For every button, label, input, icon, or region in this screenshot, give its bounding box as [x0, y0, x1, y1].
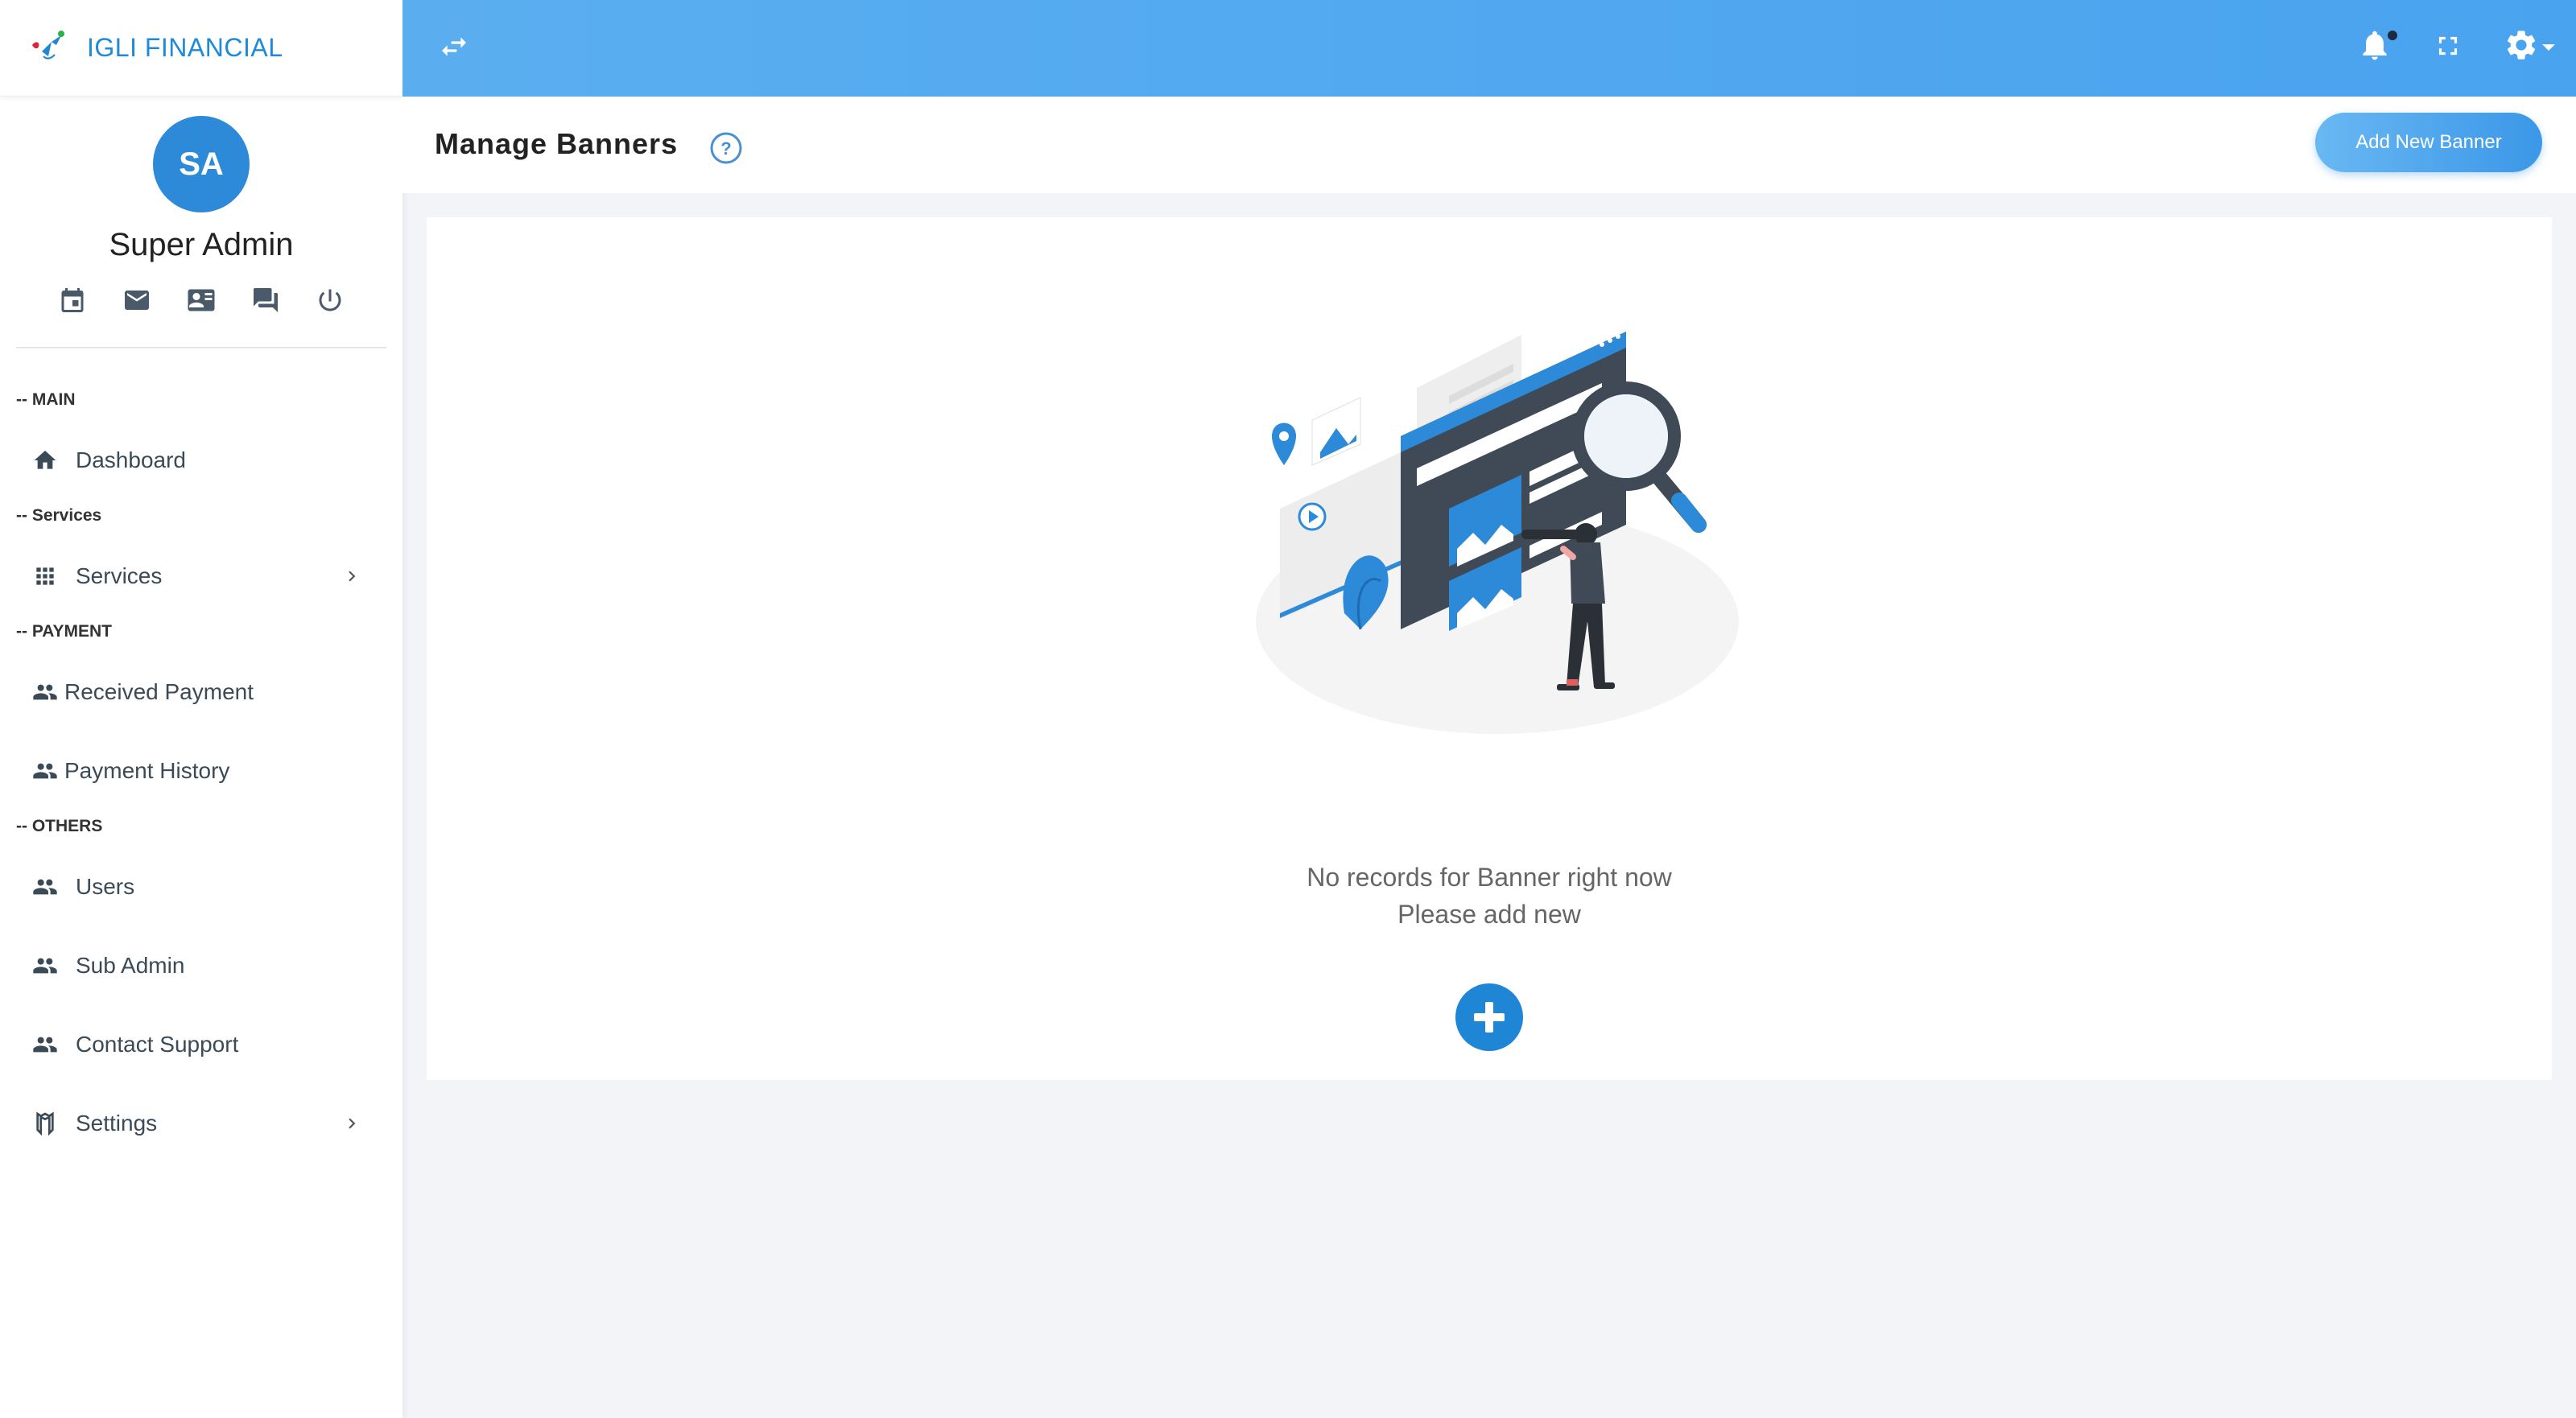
topbar	[402, 0, 2576, 97]
brand-name: IGLI FINANCIAL	[87, 33, 283, 62]
sidebar-item-services[interactable]: Services	[0, 537, 402, 616]
page-header: Manage Banners ? Add New Banner	[402, 97, 2576, 193]
svg-text:?: ?	[720, 138, 731, 159]
people-icon	[33, 958, 57, 974]
section-label-payment: -- PAYMENT	[16, 622, 113, 641]
sidebar-item-received-payment[interactable]: Received Payment	[0, 653, 402, 732]
sidebar-item-settings[interactable]: Settings	[0, 1084, 402, 1163]
sidebar-item-label: Services	[76, 563, 163, 588]
sidebar-item-label: Users	[76, 874, 135, 899]
people-icon	[33, 879, 57, 895]
add-banner-circle-button[interactable]	[1455, 983, 1523, 1051]
empty-state-message: No records for Banner right now	[1307, 863, 1672, 892]
sidebar-item-dashboard[interactable]: Dashboard	[0, 421, 402, 500]
profile-icons	[16, 286, 386, 348]
avatar[interactable]: SA	[153, 116, 250, 212]
grid-icon	[36, 567, 54, 585]
sidebar-item-label: Contact Support	[76, 1032, 239, 1057]
notification-dot	[2388, 31, 2397, 40]
power-icon[interactable]	[316, 286, 345, 315]
section-label-others: -- OTHERS	[16, 817, 103, 835]
people-icon	[33, 763, 57, 779]
sidebar-item-label: Payment History	[64, 758, 230, 783]
empty-state-hint: Please add new	[1397, 900, 1581, 929]
brand-logo-icon	[32, 30, 64, 60]
gear-icon[interactable]	[2504, 27, 2539, 63]
calendar-icon[interactable]	[58, 286, 87, 315]
people-icon	[33, 684, 57, 700]
sidebar-item-label: Settings	[76, 1111, 158, 1136]
profile-name: Super Admin	[109, 227, 294, 262]
plus-icon	[1474, 1002, 1505, 1033]
sidebar-item-label: Received Payment	[64, 679, 254, 704]
sidebar-item-sub-admin[interactable]: Sub Admin	[0, 926, 402, 1005]
help-icon[interactable]: ?	[708, 130, 744, 166]
sidebar: IGLI FINANCIAL SA Super Admin -- MAIN Da…	[0, 0, 402, 1418]
content-card: No records for Banner right now Please a…	[427, 217, 2552, 1080]
profile: SA Super Admin	[0, 97, 402, 348]
section-label-main: -- MAIN	[16, 390, 76, 409]
home-icon	[34, 451, 56, 469]
sidebar-item-label: Dashboard	[76, 447, 186, 472]
swap-arrows-icon[interactable]	[438, 31, 470, 63]
map-settings-icon	[36, 1111, 54, 1136]
sidebar-item-contact-support[interactable]: Contact Support	[0, 1005, 402, 1084]
chevron-right-icon	[349, 1118, 356, 1129]
sidebar-item-payment-history[interactable]: Payment History	[0, 732, 402, 810]
empty-state-illustration	[1256, 332, 1739, 734]
section-label-services: -- Services	[16, 506, 102, 525]
chat-icon[interactable]	[251, 286, 280, 315]
page-title: Manage Banners	[435, 127, 679, 160]
sidebar-item-label: Sub Admin	[76, 953, 185, 978]
contact-card-icon[interactable]	[187, 286, 216, 315]
caret-down-icon[interactable]	[2541, 42, 2557, 53]
bell-icon[interactable]	[2357, 27, 2392, 63]
fullscreen-icon[interactable]	[2433, 31, 2463, 61]
add-new-banner-button[interactable]: Add New Banner	[2315, 113, 2542, 172]
mail-icon[interactable]	[122, 286, 151, 315]
sidebar-item-users[interactable]: Users	[0, 847, 402, 926]
people-icon	[33, 1037, 57, 1053]
brand[interactable]: IGLI FINANCIAL	[0, 0, 402, 97]
chevron-right-icon	[349, 571, 356, 582]
